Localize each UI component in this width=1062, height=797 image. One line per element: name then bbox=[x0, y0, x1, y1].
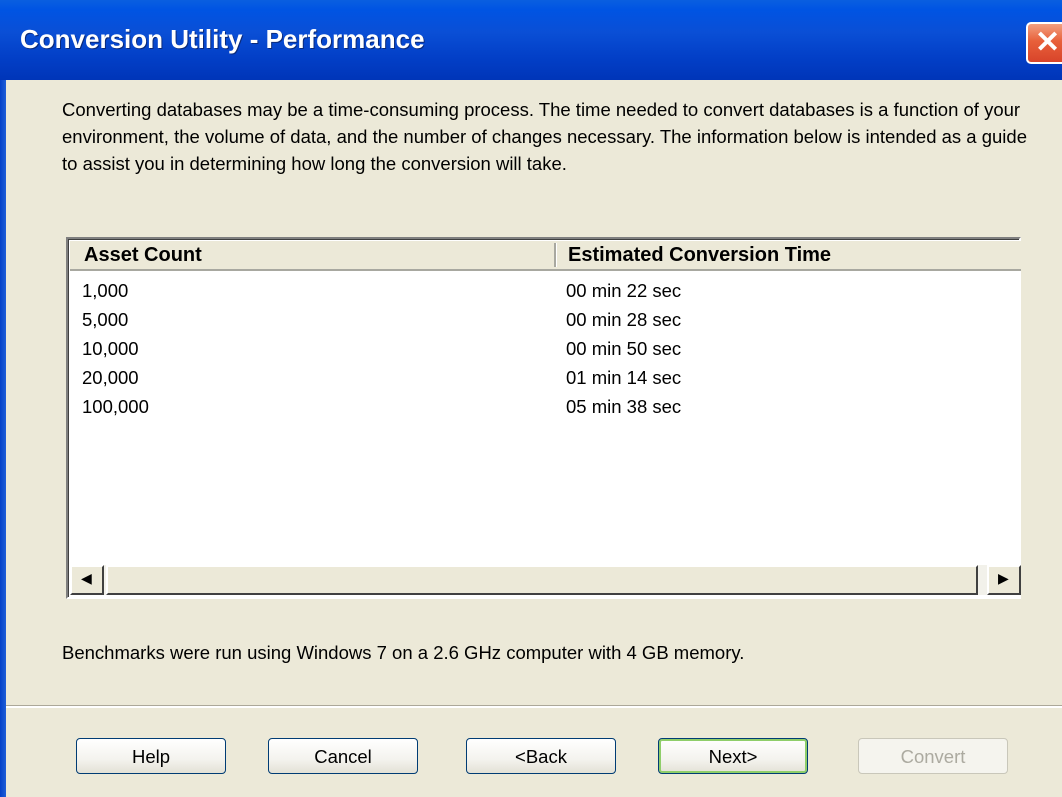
title-bar: Conversion Utility - Performance bbox=[0, 0, 1062, 80]
list-row[interactable]: 20,000 01 min 14 sec bbox=[82, 364, 1012, 393]
conversion-time-cell: 00 min 28 sec bbox=[566, 309, 682, 330]
scroll-left-button[interactable]: ◀ bbox=[70, 565, 104, 595]
button-separator bbox=[6, 705, 1062, 708]
scroll-thumb[interactable] bbox=[106, 565, 978, 595]
asset-count-cell: 1,000 bbox=[82, 280, 129, 301]
list-row[interactable]: 5,000 00 min 28 sec bbox=[82, 306, 1012, 335]
asset-count-cell: 10,000 bbox=[82, 338, 139, 359]
right-arrow-icon: ▶ bbox=[998, 570, 1009, 586]
list-rows: 1,000 00 min 22 sec 5,000 00 min 28 sec … bbox=[82, 277, 1012, 422]
conversion-time-cell: 05 min 38 sec bbox=[566, 396, 682, 417]
column-header-estimated-time[interactable]: Estimated Conversion Time bbox=[568, 241, 831, 269]
asset-count-cell: 20,000 bbox=[82, 367, 139, 388]
conversion-time-cell: 00 min 22 sec bbox=[566, 280, 682, 301]
conversion-time-list[interactable]: Asset Count Estimated Conversion Time 1,… bbox=[66, 237, 1021, 599]
list-row[interactable]: 1,000 00 min 22 sec bbox=[82, 277, 1012, 306]
column-header-asset-count[interactable]: Asset Count bbox=[84, 241, 202, 269]
close-icon: ✕ bbox=[1035, 26, 1061, 59]
benchmark-note: Benchmarks were run using Windows 7 on a… bbox=[62, 642, 745, 663]
window-title: Conversion Utility - Performance bbox=[20, 24, 425, 54]
conversion-time-cell: 00 min 50 sec bbox=[566, 338, 682, 359]
left-arrow-icon: ◀ bbox=[81, 570, 92, 586]
intro-text: Converting databases may be a time-consu… bbox=[62, 99, 1027, 174]
scroll-right-button[interactable]: ▶ bbox=[987, 565, 1021, 595]
back-button[interactable]: <Back bbox=[466, 738, 616, 774]
cancel-button[interactable]: Cancel bbox=[268, 738, 418, 774]
horizontal-scrollbar[interactable]: ◀ ▶ bbox=[70, 565, 1021, 595]
window-border bbox=[0, 80, 6, 797]
asset-count-cell: 5,000 bbox=[82, 309, 129, 330]
list-row[interactable]: 100,000 05 min 38 sec bbox=[82, 393, 1012, 422]
list-row[interactable]: 10,000 00 min 50 sec bbox=[82, 335, 1012, 364]
column-divider[interactable] bbox=[554, 243, 557, 267]
convert-button: Convert bbox=[858, 738, 1008, 774]
next-button[interactable]: Next> bbox=[658, 738, 808, 774]
asset-count-cell: 100,000 bbox=[82, 396, 149, 417]
list-header: Asset Count Estimated Conversion Time bbox=[70, 241, 1021, 271]
help-button[interactable]: Help bbox=[76, 738, 226, 774]
close-button[interactable]: ✕ bbox=[1026, 22, 1062, 64]
conversion-time-cell: 01 min 14 sec bbox=[566, 367, 682, 388]
